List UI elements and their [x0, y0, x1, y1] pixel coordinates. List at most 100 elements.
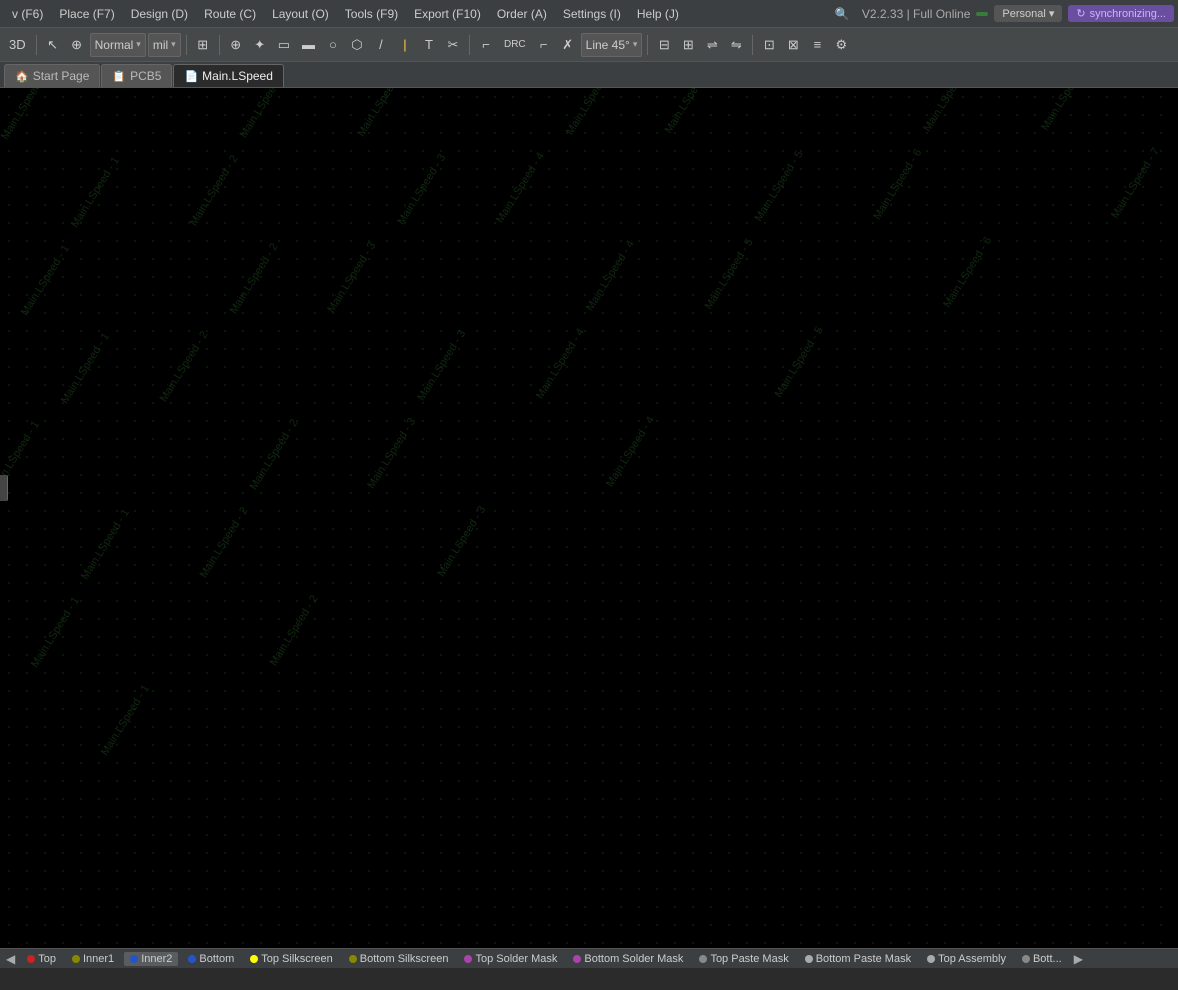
import-button[interactable]: ⊡	[758, 32, 780, 58]
layer-bar: ◀ Top Inner1 Inner2 Bottom Top Silkscree…	[0, 948, 1178, 968]
toolbar: 3D ↖ ⊕ Normal ▾ mil ▾ ⊞ ⊕ ✦ ▭ ▬ ○ ⬡ / | …	[0, 28, 1178, 62]
layer-bottom-assembly[interactable]: Bott...	[1016, 952, 1068, 966]
layer-scroll-right[interactable]: ▶	[1072, 952, 1085, 966]
sync-badge: ↻ synchronizing...	[1068, 5, 1174, 22]
line-angle-arrow: ▾	[633, 39, 638, 50]
layer-select-button[interactable]: ⊟	[653, 32, 675, 58]
layer-bottom-paste-mask-dot	[805, 955, 813, 963]
mirror-button[interactable]: ⇋	[725, 32, 747, 58]
layer-bottom-solder-mask[interactable]: Bottom Solder Mask	[567, 952, 689, 966]
mode-dropdown-arrow: ▾	[136, 39, 141, 50]
chevron-down-icon: ▾	[1049, 7, 1055, 20]
layer-bottom-dot	[188, 955, 196, 963]
toolbar-separator-5	[647, 35, 648, 55]
drc-button[interactable]: DRC	[499, 32, 531, 58]
point-tool-button[interactable]: ⊕	[66, 32, 88, 58]
grid-button[interactable]: ⊞	[192, 32, 214, 58]
mode-dropdown[interactable]: Normal ▾	[90, 33, 146, 57]
layer-bottom-silkscreen-dot	[349, 955, 357, 963]
canvas-area[interactable]: Main.LSpeed - 1 Main.LSpeed - 2 Main.LSp…	[0, 88, 1178, 948]
unit-dropdown-arrow: ▾	[171, 39, 176, 50]
tab-pcb5[interactable]: 📋 PCB5	[101, 64, 172, 87]
tab-main-lspeed[interactable]: 📄 Main.LSpeed	[173, 64, 283, 87]
personal-button[interactable]: Personal ▾	[994, 5, 1062, 22]
layer-scroll-left[interactable]: ◀	[4, 952, 17, 966]
tab-start-page[interactable]: 🏠 Start Page	[4, 64, 100, 87]
flip-button[interactable]: ⇌	[701, 32, 723, 58]
menu-tools[interactable]: Tools (F9)	[337, 3, 406, 25]
layer-top-silkscreen[interactable]: Top Silkscreen	[244, 952, 339, 966]
sync-icon: ↻	[1076, 7, 1085, 20]
footprint-button[interactable]: ⊠	[782, 32, 804, 58]
layer-inner2-label: Inner2	[141, 953, 172, 965]
cursor-tool[interactable]: |	[394, 32, 416, 58]
line-angle-label: Line 45°	[586, 38, 630, 52]
layer-top-assembly-dot	[927, 955, 935, 963]
rect-button[interactable]: ▭	[273, 32, 295, 58]
layer-bottom-assembly-label: Bott...	[1033, 953, 1062, 965]
layer-inner1-dot	[72, 955, 80, 963]
layer-inner2[interactable]: Inner2	[124, 952, 178, 966]
menu-design[interactable]: Design (D)	[123, 3, 196, 25]
layer-bottom-solder-mask-dot	[573, 955, 581, 963]
scissors-button[interactable]: ✂	[442, 32, 464, 58]
netlist-button[interactable]: ≡	[806, 32, 828, 58]
3d-button[interactable]: 3D	[4, 32, 31, 58]
layer-top-solder-mask[interactable]: Top Solder Mask	[458, 952, 563, 966]
select-tool-button[interactable]: ↖	[42, 32, 64, 58]
menu-view[interactable]: v (F6)	[4, 3, 51, 25]
layer-bottom-paste-mask-label: Bottom Paste Mask	[816, 953, 911, 965]
menu-route[interactable]: Route (C)	[196, 3, 264, 25]
main-lspeed-icon: 📄	[184, 70, 198, 83]
line-angle-dropdown[interactable]: Line 45° ▾	[581, 33, 643, 57]
dot-grid	[0, 88, 1178, 948]
point-button[interactable]: ✦	[249, 32, 271, 58]
personal-label: Personal	[1002, 8, 1045, 20]
layer-top-dot	[27, 955, 35, 963]
layer-bottom[interactable]: Bottom	[182, 952, 240, 966]
layer-top[interactable]: Top	[21, 952, 62, 966]
route-button[interactable]: ⌐	[475, 32, 497, 58]
layer-inner2-dot	[130, 955, 138, 963]
line-button[interactable]: /	[370, 32, 392, 58]
layer-bottom-assembly-dot	[1022, 955, 1030, 963]
mode-label: Normal	[95, 38, 134, 52]
layer-top-paste-mask-label: Top Paste Mask	[710, 953, 788, 965]
layer-bottom-solder-mask-label: Bottom Solder Mask	[584, 953, 683, 965]
menu-order[interactable]: Order (A)	[489, 3, 555, 25]
polygon-button[interactable]: ⬡	[346, 32, 368, 58]
layer-top-assembly[interactable]: Top Assembly	[921, 952, 1012, 966]
menu-export[interactable]: Export (F10)	[406, 3, 489, 25]
search-button[interactable]: 🔍	[829, 5, 856, 23]
pcb5-label: PCB5	[130, 69, 161, 83]
circle-button[interactable]: ○	[322, 32, 344, 58]
unit-dropdown[interactable]: mil ▾	[148, 33, 181, 57]
unit-label: mil	[153, 38, 168, 52]
menu-settings[interactable]: Settings (I)	[555, 3, 629, 25]
menu-help[interactable]: Help (J)	[629, 3, 687, 25]
layer-bottom-silkscreen[interactable]: Bottom Silkscreen	[343, 952, 455, 966]
align-button[interactable]: ⊞	[677, 32, 699, 58]
menu-layout[interactable]: Layout (O)	[264, 3, 337, 25]
toolbar-separator-2	[186, 35, 187, 55]
layer-top-paste-mask[interactable]: Top Paste Mask	[693, 952, 794, 966]
main-lspeed-label: Main.LSpeed	[202, 69, 273, 83]
copper-button[interactable]: ✗	[557, 32, 579, 58]
menu-place[interactable]: Place (F7)	[51, 3, 122, 25]
menu-bar: v (F6) Place (F7) Design (D) Route (C) L…	[0, 0, 1178, 28]
layer-bottom-silkscreen-label: Bottom Silkscreen	[360, 953, 449, 965]
layer-top-silkscreen-dot	[250, 955, 258, 963]
toolbar-separator-6	[752, 35, 753, 55]
text-button[interactable]: T	[418, 32, 440, 58]
settings-button[interactable]: ⚙	[830, 32, 852, 58]
toolbar-separator-1	[36, 35, 37, 55]
rect-fill-button[interactable]: ▬	[297, 32, 320, 58]
layer-top-paste-mask-dot	[699, 955, 707, 963]
start-page-label: Start Page	[33, 69, 90, 83]
layer-inner1[interactable]: Inner1	[66, 952, 120, 966]
layer-bottom-label: Bottom	[199, 953, 234, 965]
corner-button[interactable]: ⌐	[533, 32, 555, 58]
layer-bottom-paste-mask[interactable]: Bottom Paste Mask	[799, 952, 917, 966]
via-button[interactable]: ⊕	[225, 32, 247, 58]
toolbar-separator-4	[469, 35, 470, 55]
